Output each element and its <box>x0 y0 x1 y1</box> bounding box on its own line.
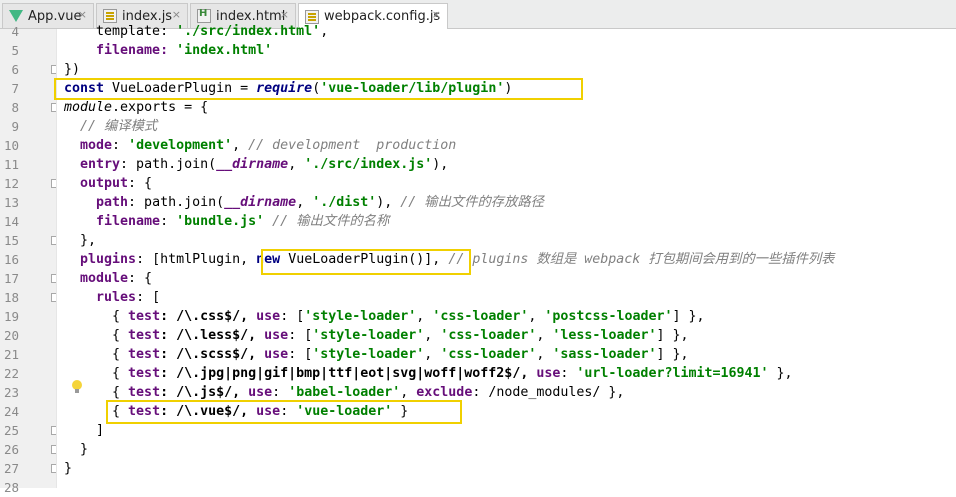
code-line-20[interactable]: { test: /\.less$/, use: ['style-loader',… <box>64 326 688 345</box>
code-line-13[interactable]: path: path.join(__dirname, './dist'), //… <box>64 193 544 212</box>
line-number: 13 <box>3 195 19 210</box>
line-number: 14 <box>3 214 19 229</box>
line-number: 21 <box>3 347 19 362</box>
line-number: 24 <box>3 404 19 419</box>
line-number: 19 <box>3 309 19 324</box>
lightbulb-icon[interactable] <box>72 380 82 393</box>
line-number: 17 <box>3 271 19 286</box>
code-line-6[interactable]: }) <box>64 60 80 79</box>
code-line-11[interactable]: entry: path.join(__dirname, './src/index… <box>64 155 448 174</box>
close-icon[interactable]: × <box>280 8 289 21</box>
code-line-18[interactable]: rules: [ <box>64 288 160 307</box>
code-line-10[interactable]: mode: 'development', // development prod… <box>64 136 456 155</box>
line-number: 11 <box>3 157 19 172</box>
html-file-icon <box>197 8 211 23</box>
line-number: 18 <box>3 290 19 305</box>
code-line-4[interactable]: template: './src/index.html', <box>64 22 328 41</box>
code-line-9[interactable]: // 编译模式 <box>64 117 157 136</box>
line-number: 10 <box>3 138 19 153</box>
line-number: 16 <box>3 252 19 267</box>
code-line-22[interactable]: { test: /\.jpg|png|gif|bmp|ttf|eot|svg|w… <box>64 364 793 383</box>
highlight-new-plugin <box>261 249 471 275</box>
code-line-17[interactable]: module: { <box>64 269 152 288</box>
tab-label: webpack.config.js <box>324 9 441 24</box>
code-line-14[interactable]: filename: 'bundle.js' // 输出文件的名称 <box>64 212 389 231</box>
line-number: 15 <box>3 233 19 248</box>
close-icon[interactable]: × <box>432 8 441 21</box>
vue-file-icon <box>9 10 23 22</box>
code-line-25[interactable]: ] <box>64 421 104 440</box>
highlight-require-line <box>54 78 583 100</box>
line-number: 7 <box>11 81 19 96</box>
code-line-15[interactable]: }, <box>64 231 96 250</box>
line-number: 5 <box>11 43 19 58</box>
close-icon[interactable]: × <box>172 8 181 21</box>
line-number-gutter[interactable]: 4 5 6 7 8 9 10 11 12 13 14 15 16 17 18 1… <box>0 24 56 495</box>
line-number: 22 <box>3 366 19 381</box>
highlight-vue-rule <box>106 400 462 424</box>
code-line-19[interactable]: { test: /\.css$/, use: ['style-loader', … <box>64 307 705 326</box>
code-line-21[interactable]: { test: /\.scss$/, use: ['style-loader',… <box>64 345 688 364</box>
code-line-27[interactable]: } <box>64 459 72 478</box>
code-line-8[interactable]: module.exports = { <box>64 98 208 117</box>
line-number: 6 <box>11 62 19 77</box>
code-line-5[interactable]: filename: 'index.html' <box>64 41 272 60</box>
code-line-26[interactable]: } <box>64 440 88 459</box>
code-line-12[interactable]: output: { <box>64 174 152 193</box>
line-number: 8 <box>11 100 19 115</box>
line-number: 23 <box>3 385 19 400</box>
line-number: 20 <box>3 328 19 343</box>
line-number: 9 <box>11 119 19 134</box>
line-number: 27 <box>3 461 19 476</box>
line-number: 12 <box>3 176 19 191</box>
line-number: 26 <box>3 442 19 457</box>
js-file-icon <box>103 9 117 23</box>
line-number: 25 <box>3 423 19 438</box>
close-icon[interactable]: × <box>78 8 87 21</box>
line-number: 4 <box>11 24 19 39</box>
